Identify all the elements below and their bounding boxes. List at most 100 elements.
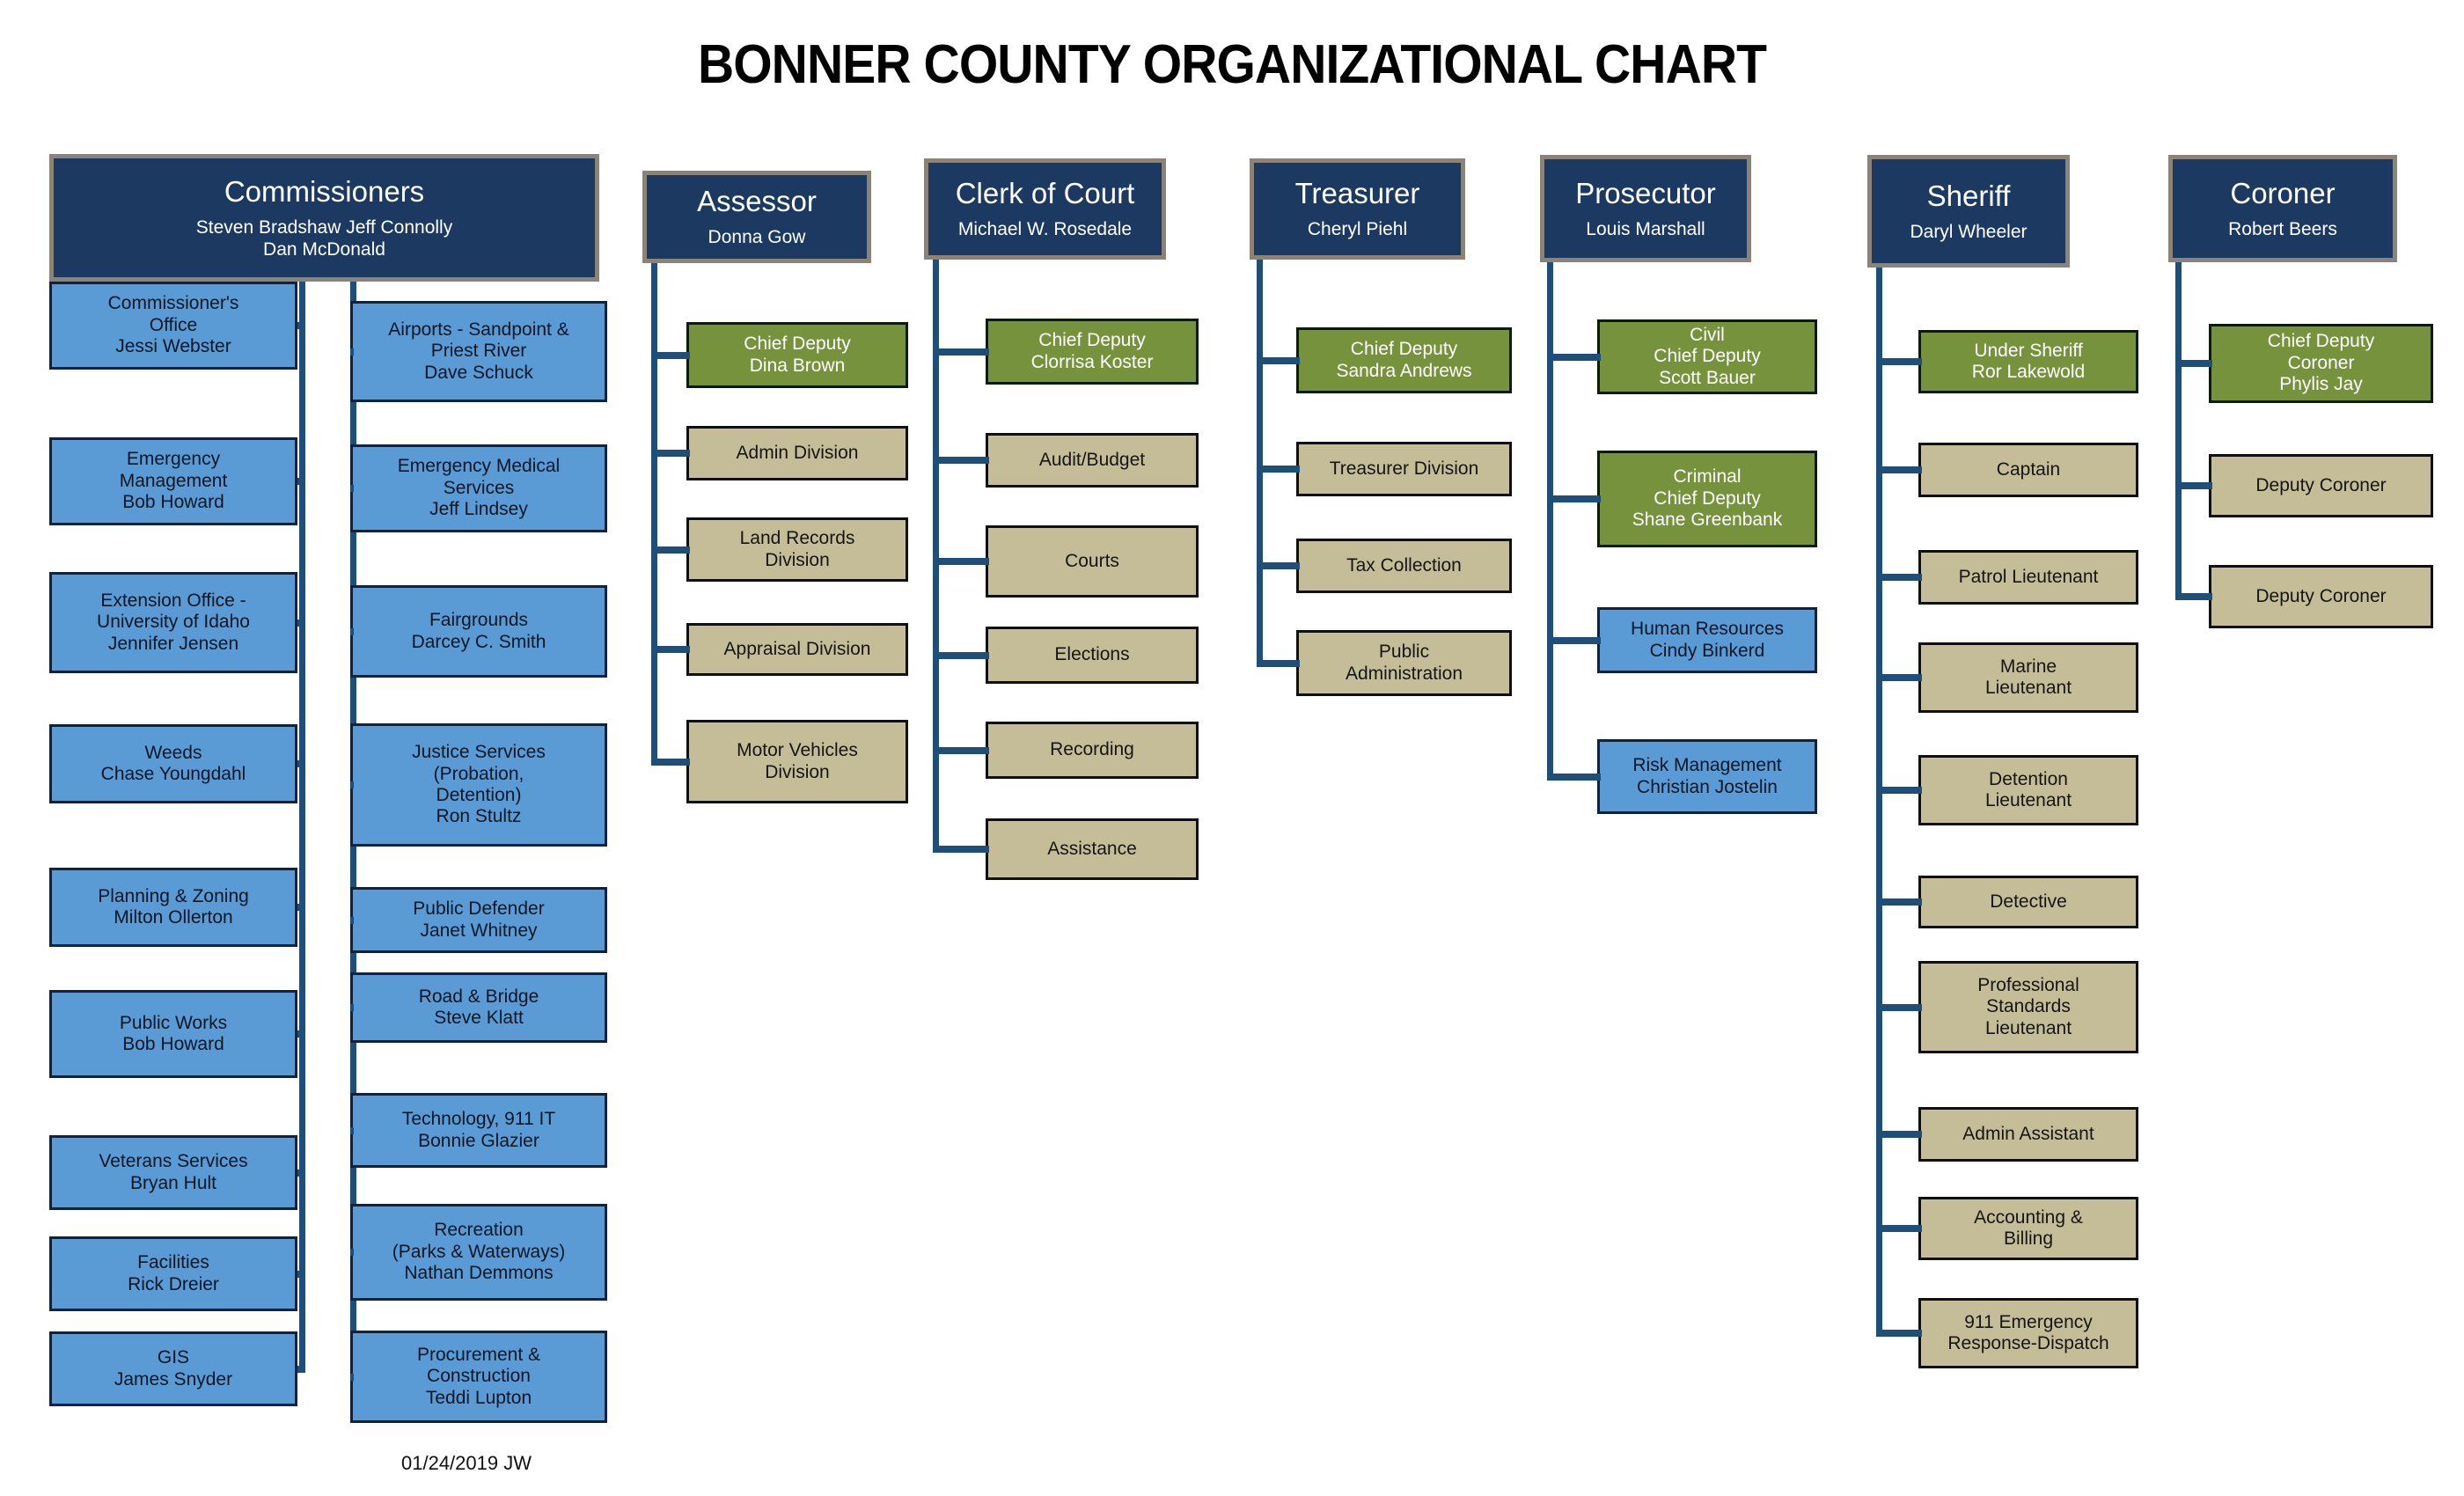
org-node-coroner-child-0[interactable]: Chief Deputy Coroner Phylis Jay [2209,324,2433,403]
connector-left-5 [297,1030,305,1038]
clerk-of-court-connector-2 [933,558,989,565]
org-node-sheriff-child-3[interactable]: Marine Lieutenant [1918,642,2138,713]
org-node-assessor-child-0[interactable]: Chief Deputy Dina Brown [686,322,908,388]
sheriff-connector-3 [1876,674,1922,681]
org-node-label: Treasurer Division [1329,458,1479,479]
org-node-commissioners-right-2[interactable]: Fairgrounds Darcey C. Smith [350,585,607,678]
connector-right-7 [350,1249,354,1256]
org-node-commissioners-left-7[interactable]: Facilities Rick Dreier [49,1236,297,1311]
org-header-names: Steven Bradshaw Jeff Connolly Dan McDonal… [195,217,453,260]
org-header-assessor[interactable]: Assessor Donna Gow [642,171,871,263]
clerk-of-court-connector-0 [933,348,989,356]
org-header-names: Michael W. Rosedale [957,219,1133,240]
org-node-assessor-child-4[interactable]: Motor Vehicles Division [686,720,908,803]
org-node-label: Deputy Coroner [2255,474,2387,495]
org-node-assessor-child-1[interactable]: Admin Division [686,426,908,480]
org-node-commissioners-left-5[interactable]: Public Works Bob Howard [49,990,297,1078]
org-header-title: Sheriff [1926,179,2011,212]
org-node-label: Commissioner's Office Jessi Webster [107,293,239,357]
org-node-commissioners-left-0[interactable]: Commissioner's Office Jessi Webster [49,282,297,370]
org-node-commissioners-left-6[interactable]: Veterans Services Bryan Hult [49,1135,297,1210]
org-node-clerk-of-court-child-1[interactable]: Audit/Budget [986,433,1199,488]
org-node-label: Technology, 911 IT Bonnie Glazier [401,1109,556,1151]
org-node-treasurer-child-1[interactable]: Treasurer Division [1296,442,1512,496]
org-node-clerk-of-court-child-4[interactable]: Recording [986,722,1199,779]
connector-left-8 [297,1365,305,1373]
connector-right-8 [350,1373,354,1381]
org-header-commissioners[interactable]: Commissioners Steven Bradshaw Jeff Connol… [49,154,599,282]
org-node-commissioners-left-8[interactable]: GIS James Snyder [49,1331,297,1406]
org-node-commissioners-right-0[interactable]: Airports - Sandpoint & Priest River Dave S… [350,301,607,402]
org-node-label: Chief Deputy Coroner Phylis Jay [2267,331,2375,395]
org-node-clerk-of-court-child-2[interactable]: Courts [986,525,1199,598]
org-header-title: Coroner [2230,176,2336,209]
org-node-commissioners-right-6[interactable]: Technology, 911 IT Bonnie Glazier [350,1093,607,1168]
sheriff-connector-8 [1876,1225,1922,1232]
connector-right-2 [350,627,354,635]
org-node-commissioners-right-1[interactable]: Emergency Medical Services Jeff Lindsey [350,444,607,532]
clerk-of-court-connector-4 [933,746,989,754]
org-node-sheriff-child-7[interactable]: Admin Assistant [1918,1107,2138,1162]
org-node-label: Admin Division [736,442,859,463]
sheriff-connector-7 [1876,1131,1922,1138]
assessor-connector-1 [651,450,690,457]
connector-left-0 [297,322,305,329]
org-node-commissioners-right-8[interactable]: Procurement & Construction Teddi Lupton [350,1331,607,1423]
org-node-label: Weeds Chase Youngdahl [100,742,246,784]
org-node-clerk-of-court-child-5[interactable]: Assistance [986,818,1199,880]
assessor-connector-2 [651,546,690,554]
org-node-sheriff-child-6[interactable]: Professional Standards Lieutenant [1918,961,2138,1053]
org-node-sheriff-child-0[interactable]: Under Sheriff Ror Lakewold [1918,330,2138,393]
prosecutor-connector-2 [1547,636,1601,644]
treasurer-connector-2 [1257,562,1300,569]
org-node-commissioners-left-3[interactable]: Weeds Chase Youngdahl [49,724,297,803]
org-node-sheriff-child-4[interactable]: Detention Lieutenant [1918,755,2138,825]
org-node-prosecutor-child-0[interactable]: Civil Chief Deputy Scott Bauer [1597,319,1817,394]
connector-right-3 [350,781,354,788]
org-node-assessor-child-3[interactable]: Appraisal Division [686,623,908,676]
org-header-sheriff[interactable]: Sheriff Daryl Wheeler [1867,155,2070,268]
org-node-commissioners-left-2[interactable]: Extension Office - University of Idaho Jen… [49,572,297,673]
org-node-label: Admin Assistant [1962,1123,2094,1144]
org-node-commissioners-left-1[interactable]: Emergency Management Bob Howard [49,437,297,525]
org-node-coroner-child-1[interactable]: Deputy Coroner [2209,454,2433,517]
org-node-treasurer-child-2[interactable]: Tax Collection [1296,539,1512,593]
org-header-clerk-of-court[interactable]: Clerk of Court Michael W. Rosedale [924,158,1166,260]
org-header-prosecutor[interactable]: Prosecutor Louis Marshall [1540,155,1751,262]
org-node-commissioners-right-3[interactable]: Justice Services (Probation, Detention) Ron… [350,723,607,847]
org-node-sheriff-child-2[interactable]: Patrol Lieutenant [1918,550,2138,605]
org-node-treasurer-child-0[interactable]: Chief Deputy Sandra Andrews [1296,327,1512,393]
org-node-label: Public Works Bob Howard [119,1012,228,1054]
org-node-treasurer-child-3[interactable]: Public Administration [1296,630,1512,696]
org-header-title: Prosecutor [1575,176,1716,209]
org-header-names: Robert Beers [2228,218,2337,239]
org-node-sheriff-child-5[interactable]: Detective [1918,876,2138,928]
org-node-commissioners-left-4[interactable]: Planning & Zoning Milton Ollerton [49,868,297,947]
coroner-connector-2 [2175,593,2212,600]
org-header-treasurer[interactable]: Treasurer Cheryl Piehl [1250,158,1465,260]
org-node-sheriff-child-8[interactable]: Accounting & Billing [1918,1197,2138,1260]
org-node-clerk-of-court-child-0[interactable]: Chief Deputy Clorrisa Koster [986,319,1199,385]
org-node-sheriff-child-1[interactable]: Captain [1918,443,2138,497]
org-node-prosecutor-child-1[interactable]: Criminal Chief Deputy Shane Greenbank [1597,451,1817,547]
connector-left-7 [297,1270,305,1278]
org-node-clerk-of-court-child-3[interactable]: Elections [986,627,1199,684]
org-node-label: 911 Emergency Response-Dispatch [1947,1311,2109,1353]
org-node-coroner-child-2[interactable]: Deputy Coroner [2209,565,2433,628]
org-node-label: Captain [1996,458,2061,480]
org-node-commissioners-right-5[interactable]: Road & Bridge Steve Klatt [350,972,607,1043]
assessor-trunk [651,263,657,762]
org-node-label: Procurement & Construction Teddi Lupton [416,1344,541,1408]
org-node-commissioners-right-4[interactable]: Public Defender Janet Whitney [350,887,607,953]
org-header-coroner[interactable]: Coroner Robert Beers [2168,155,2397,262]
org-node-commissioners-right-7[interactable]: Recreation (Parks & Waterways) Nathan Demm… [350,1204,607,1301]
org-node-label: Recreation (Parks & Waterways) Nathan Demm… [392,1220,566,1284]
org-node-prosecutor-child-3[interactable]: Risk Management Christian Jostelin [1597,739,1817,814]
org-node-sheriff-child-9[interactable]: 911 Emergency Response-Dispatch [1918,1298,2138,1368]
org-node-label: Assistance [1047,838,1137,859]
org-node-prosecutor-child-2[interactable]: Human Resources Cindy Binkerd [1597,607,1817,673]
org-header-title: Assessor [697,185,817,218]
org-node-label: Deputy Coroner [2255,585,2387,606]
org-node-label: Extension Office - University of Idaho Jen… [97,590,250,654]
org-node-assessor-child-2[interactable]: Land Records Division [686,517,908,582]
